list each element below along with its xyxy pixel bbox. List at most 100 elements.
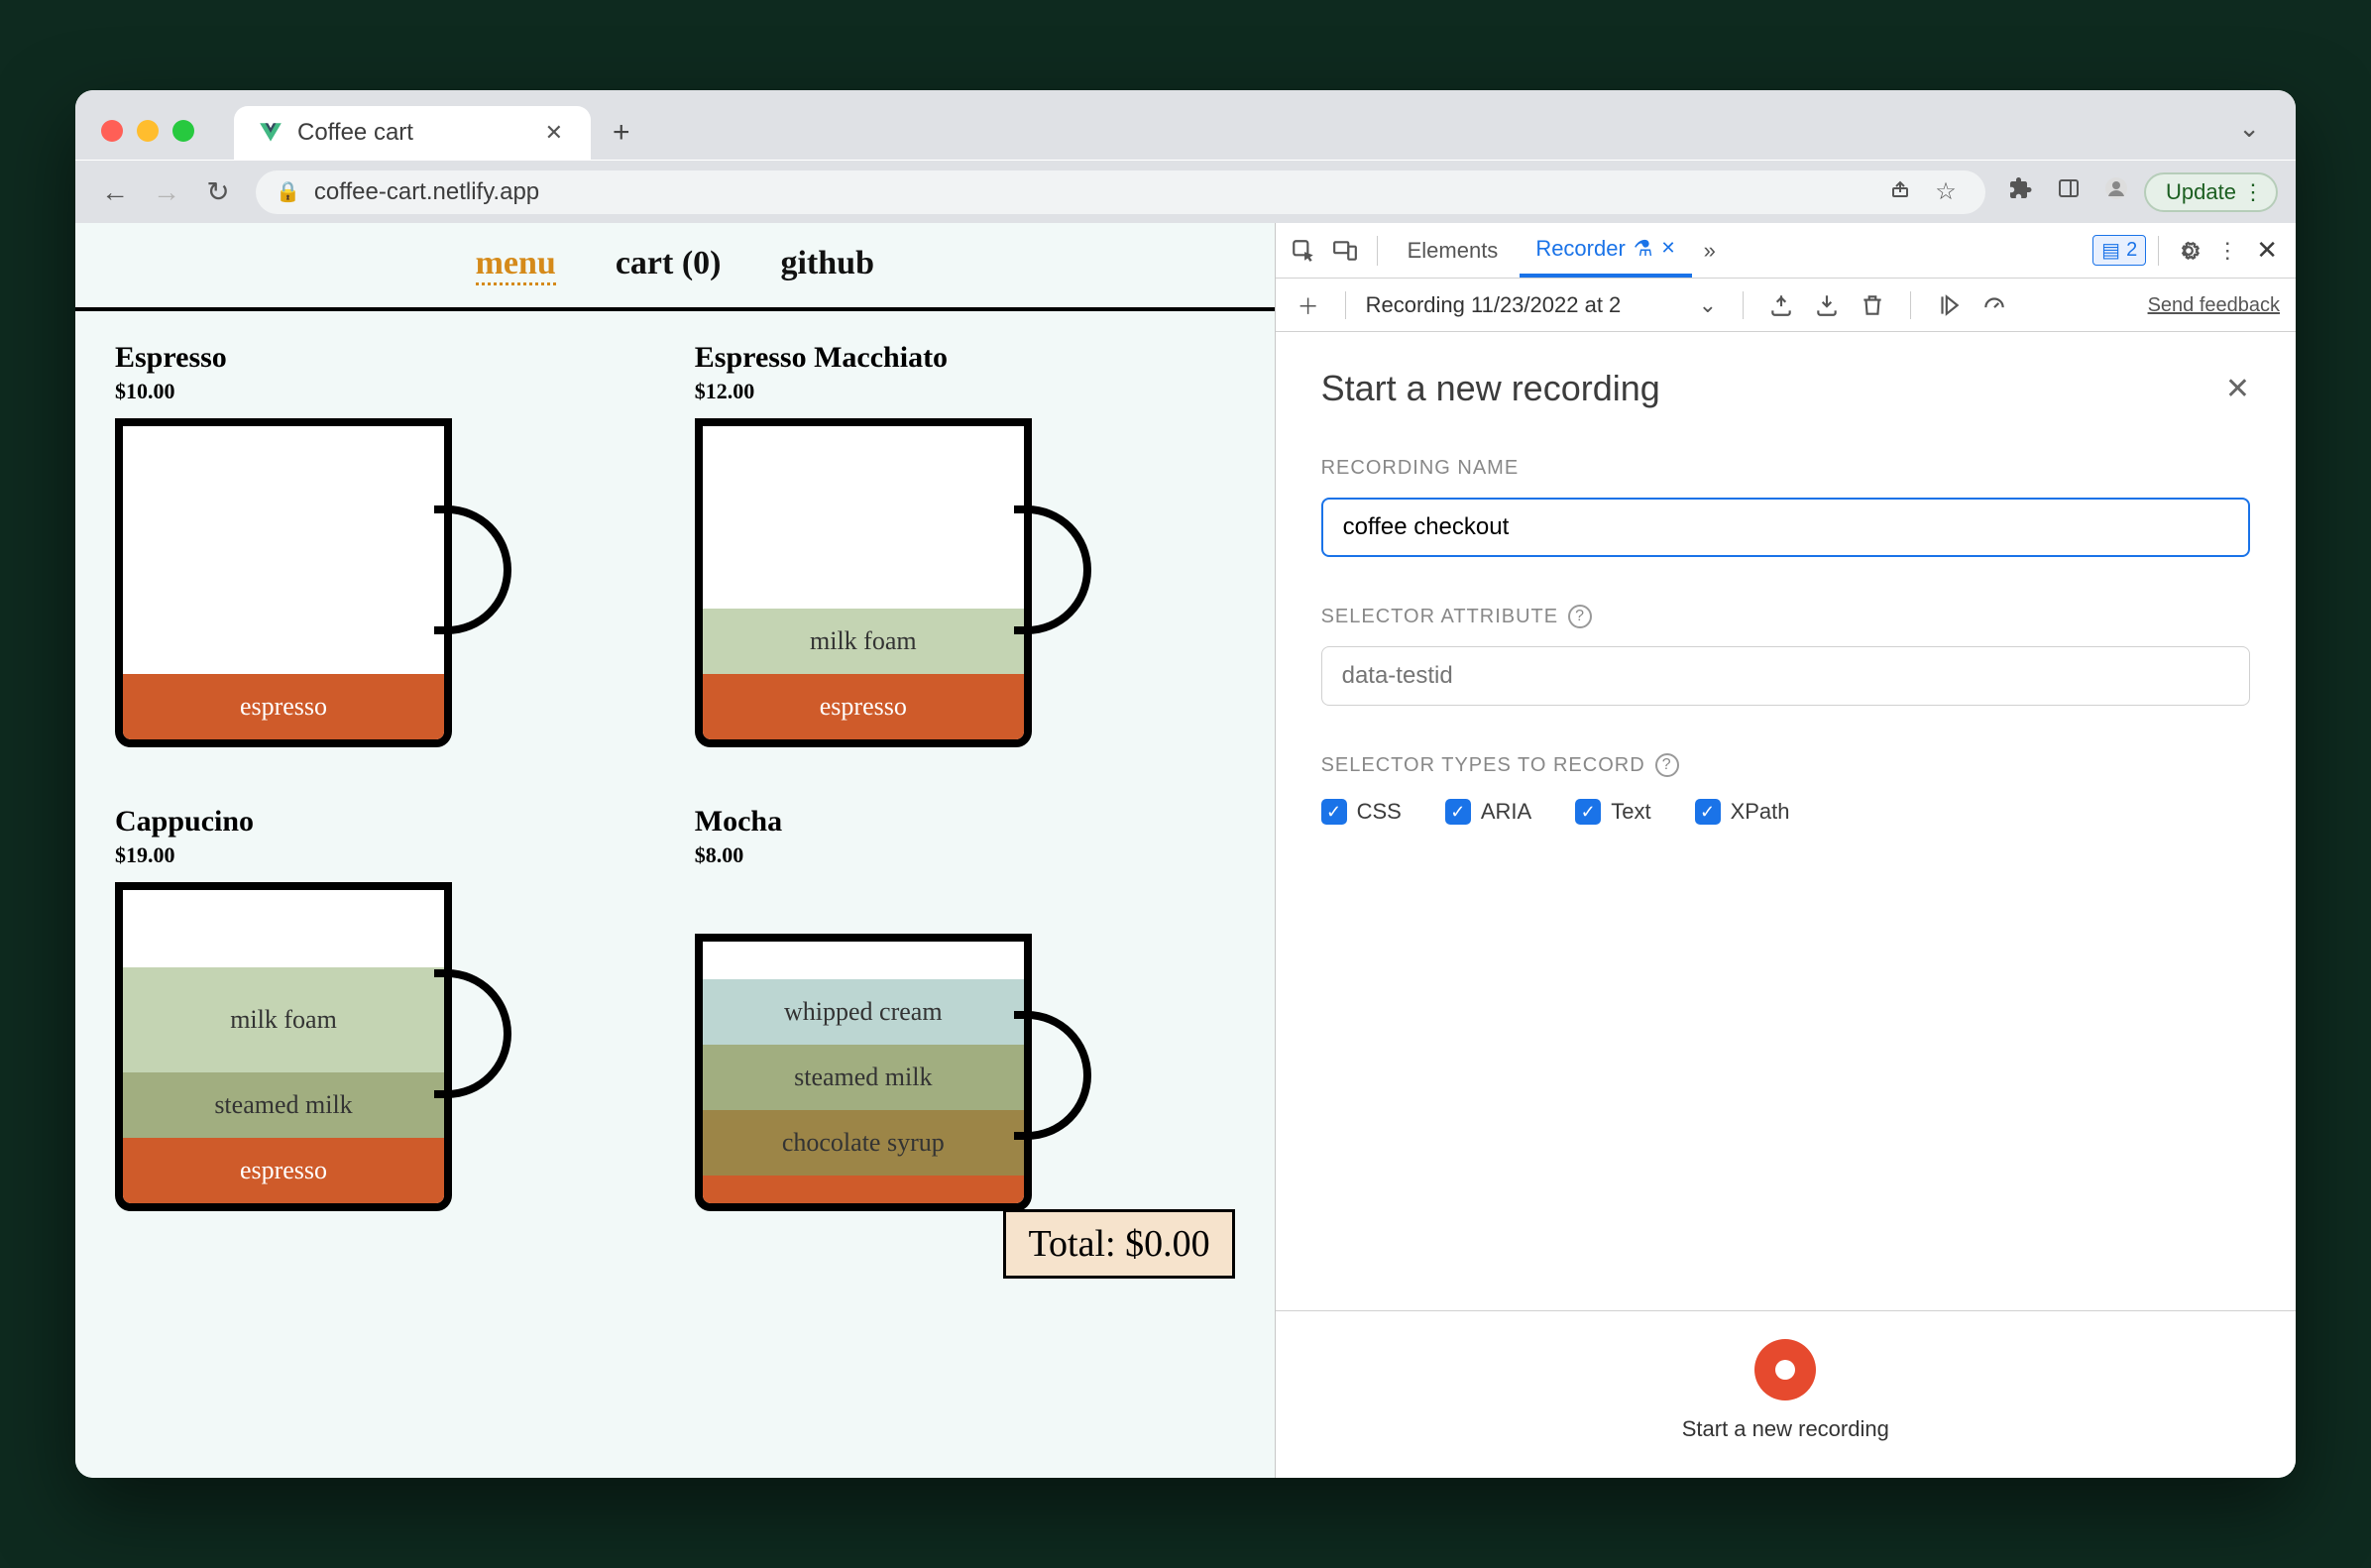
check-text[interactable]: ✓Text bbox=[1575, 799, 1650, 825]
profile-icon[interactable] bbox=[2096, 176, 2136, 207]
recorder-toolbar: ＋ Recording 11/23/2022 at 2 ⌄ Send feedb… bbox=[1276, 279, 2296, 332]
tabs-dropdown-icon[interactable]: ⌄ bbox=[2218, 113, 2280, 144]
layer-steamed-milk: steamed milk bbox=[123, 1072, 444, 1138]
separator bbox=[1910, 291, 1911, 319]
window-controls bbox=[91, 120, 204, 160]
tab-elements[interactable]: Elements bbox=[1392, 223, 1515, 278]
selector-attr-input[interactable] bbox=[1321, 646, 2250, 706]
export-icon[interactable] bbox=[1763, 287, 1799, 323]
cup-handle bbox=[1014, 1011, 1091, 1140]
help-icon[interactable]: ? bbox=[1655, 753, 1679, 777]
recording-dropdown-label: Recording 11/23/2022 at 2 bbox=[1366, 292, 1683, 318]
update-button-label: Update bbox=[2166, 179, 2236, 205]
layer-espresso: espresso bbox=[123, 1138, 444, 1203]
layer-chocolate-syrup: chocolate syrup bbox=[703, 1110, 1024, 1176]
selector-types-checks: ✓CSS ✓ARIA ✓Text ✓XPath bbox=[1321, 799, 2250, 825]
address-bar: ← → ↻ 🔒 coffee-cart.netlify.app ☆ Update… bbox=[75, 160, 2296, 223]
close-panel-button[interactable]: ✕ bbox=[2225, 372, 2250, 406]
cup-icon: milk foam espresso bbox=[695, 418, 1091, 775]
performance-icon[interactable] bbox=[1976, 287, 2012, 323]
product-macchiato[interactable]: Espresso Macchiato $12.00 milk foam espr… bbox=[695, 341, 1235, 775]
sidepanel-icon[interactable] bbox=[2049, 176, 2089, 207]
product-name: Mocha bbox=[695, 805, 1235, 839]
layer-foam: milk foam bbox=[703, 609, 1024, 674]
product-price: $12.00 bbox=[695, 379, 1235, 404]
forward-button: → bbox=[145, 176, 188, 208]
product-price: $10.00 bbox=[115, 379, 655, 404]
product-mocha[interactable]: Mocha $8.00 whipped cream steamed milk c… bbox=[695, 805, 1235, 1239]
issues-badge[interactable]: ▤ 2 bbox=[2092, 235, 2146, 266]
nav-cart[interactable]: cart (0) bbox=[616, 245, 722, 285]
check-aria[interactable]: ✓ARIA bbox=[1445, 799, 1531, 825]
cup-handle bbox=[434, 505, 511, 634]
product-price: $8.00 bbox=[695, 842, 1235, 868]
selector-attr-label: SELECTOR ATTRIBUTE ? bbox=[1321, 605, 2250, 628]
cart-total-badge[interactable]: Total: $0.00 bbox=[1003, 1209, 1234, 1279]
help-icon[interactable]: ? bbox=[1568, 605, 1592, 628]
app-nav: menu cart (0) github bbox=[75, 223, 1275, 293]
tab-recorder[interactable]: Recorder ⚗ ✕ bbox=[1520, 223, 1691, 278]
product-name: Espresso bbox=[115, 341, 655, 375]
layer-espresso: espresso bbox=[703, 674, 1024, 739]
selector-types-label: SELECTOR TYPES TO RECORD ? bbox=[1321, 753, 2250, 777]
cup-icon: espresso bbox=[115, 418, 511, 775]
layer-foam: milk foam bbox=[123, 967, 444, 1072]
share-icon[interactable] bbox=[1880, 176, 1920, 207]
settings-icon[interactable] bbox=[2171, 233, 2206, 269]
cup-handle bbox=[1014, 505, 1091, 634]
browser-tab[interactable]: Coffee cart ✕ bbox=[234, 106, 591, 160]
new-tab-button[interactable]: + bbox=[591, 116, 652, 160]
layer-whipped-cream: whipped cream bbox=[703, 979, 1024, 1045]
close-tab-icon[interactable]: ✕ bbox=[1661, 238, 1676, 259]
product-name: Cappucino bbox=[115, 805, 655, 839]
cup-icon: whipped cream steamed milk chocolate syr… bbox=[695, 882, 1091, 1239]
favicon-vue-icon bbox=[258, 120, 283, 146]
star-icon[interactable]: ☆ bbox=[1926, 177, 1966, 206]
maximize-window-button[interactable] bbox=[172, 120, 194, 142]
minimize-window-button[interactable] bbox=[137, 120, 159, 142]
inspect-icon[interactable] bbox=[1286, 233, 1321, 269]
import-icon[interactable] bbox=[1809, 287, 1845, 323]
recorder-footer: Start a new recording bbox=[1276, 1310, 2296, 1478]
send-feedback-link[interactable]: Send feedback bbox=[2148, 294, 2280, 316]
dropdown-chevron-icon[interactable]: ⌄ bbox=[1693, 292, 1723, 318]
reload-button[interactable]: ↻ bbox=[196, 175, 240, 208]
update-button[interactable]: Update ⋮ bbox=[2144, 172, 2278, 212]
checkbox-icon: ✓ bbox=[1575, 799, 1601, 825]
separator bbox=[2158, 236, 2159, 266]
recording-name-input[interactable] bbox=[1321, 498, 2250, 557]
play-icon[interactable] bbox=[1931, 287, 1967, 323]
close-tab-button[interactable]: ✕ bbox=[541, 116, 567, 150]
start-recording-label: Start a new recording bbox=[1682, 1416, 1889, 1442]
layer-espresso: espresso bbox=[123, 674, 444, 739]
separator bbox=[1345, 291, 1346, 319]
omnibox[interactable]: 🔒 coffee-cart.netlify.app ☆ bbox=[256, 170, 1985, 214]
back-button[interactable]: ← bbox=[93, 176, 137, 208]
nav-menu[interactable]: menu bbox=[476, 245, 556, 285]
close-window-button[interactable] bbox=[101, 120, 123, 142]
cup-handle bbox=[434, 969, 511, 1098]
close-devtools-button[interactable]: ✕ bbox=[2248, 235, 2286, 266]
tab-title: Coffee cart bbox=[297, 119, 527, 147]
recording-name-label: RECORDING NAME bbox=[1321, 457, 2250, 480]
separator bbox=[1743, 291, 1744, 319]
product-espresso[interactable]: Espresso $10.00 espresso bbox=[115, 341, 655, 775]
checkbox-icon: ✓ bbox=[1695, 799, 1721, 825]
new-recording-icon[interactable]: ＋ bbox=[1292, 289, 1325, 321]
device-toggle-icon[interactable] bbox=[1327, 233, 1363, 269]
start-recording-button[interactable] bbox=[1754, 1339, 1816, 1400]
nav-github[interactable]: github bbox=[780, 245, 874, 285]
panel-title: Start a new recording bbox=[1321, 368, 2225, 409]
check-xpath[interactable]: ✓XPath bbox=[1695, 799, 1790, 825]
checkbox-icon: ✓ bbox=[1321, 799, 1347, 825]
product-cappucino[interactable]: Cappucino $19.00 milk foam steamed milk … bbox=[115, 805, 655, 1239]
url-text: coffee-cart.netlify.app bbox=[314, 178, 539, 206]
check-css[interactable]: ✓CSS bbox=[1321, 799, 1402, 825]
kebab-menu-icon[interactable]: ⋮ bbox=[2210, 238, 2244, 264]
product-price: $19.00 bbox=[115, 842, 655, 868]
webpage: menu cart (0) github Espresso $10.00 esp… bbox=[75, 223, 1275, 1478]
delete-icon[interactable] bbox=[1855, 287, 1890, 323]
more-tabs-icon[interactable]: » bbox=[1698, 238, 1722, 264]
extensions-icon[interactable] bbox=[2001, 176, 2041, 207]
kebab-icon: ⋮ bbox=[2242, 179, 2264, 205]
